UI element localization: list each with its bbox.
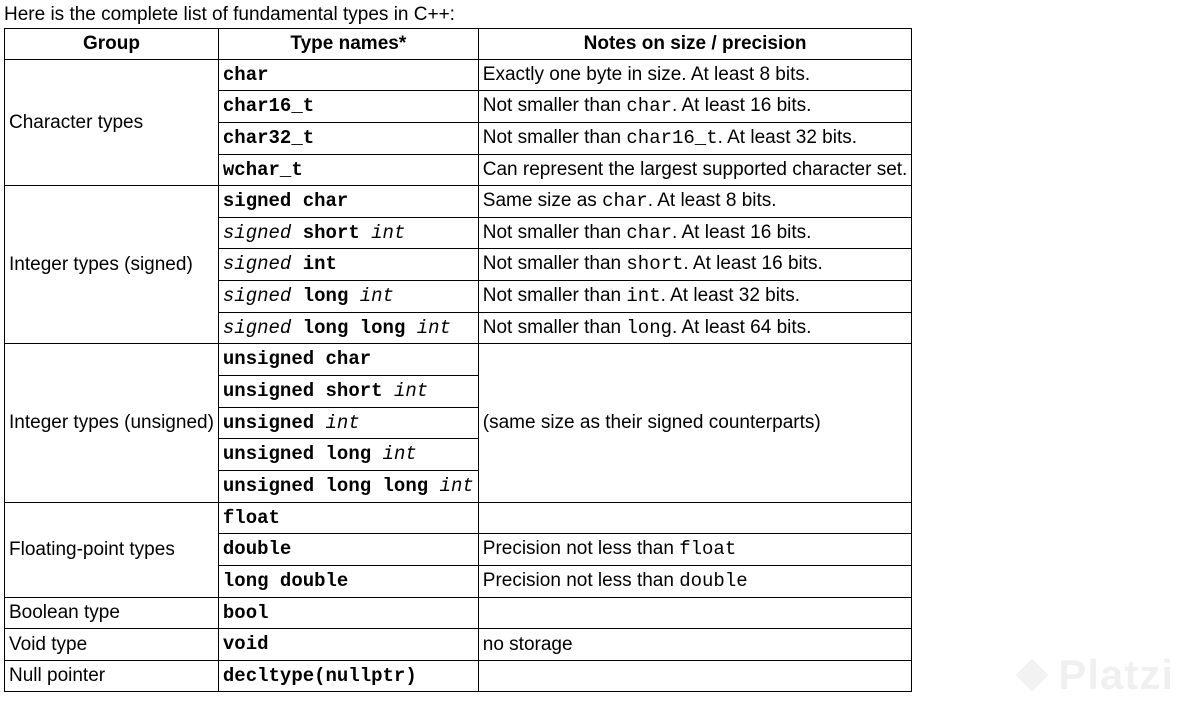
group-cell: Floating-point types: [5, 502, 219, 597]
table-row: Character typescharExactly one byte in s…: [5, 59, 912, 91]
notes-cell: Not smaller than short. At least 16 bits…: [478, 249, 912, 281]
type-name-cell: bool: [218, 597, 478, 629]
type-name-cell: unsigned int: [218, 407, 478, 439]
group-cell: Integer types (signed): [5, 186, 219, 344]
type-name-cell: signed char: [218, 186, 478, 218]
group-cell: Boolean type: [5, 597, 219, 629]
header-group: Group: [5, 29, 219, 60]
notes-cell: Precision not less than float: [478, 534, 912, 566]
type-name-cell: wchar_t: [218, 154, 478, 186]
notes-cell: Exactly one byte in size. At least 8 bit…: [478, 59, 912, 91]
type-name-cell: void: [218, 629, 478, 661]
notes-cell: (same size as their signed counterparts): [478, 344, 912, 502]
group-cell: Integer types (unsigned): [5, 344, 219, 502]
type-name-cell: float: [218, 502, 478, 534]
table-row: Integer types (unsigned)unsigned char(sa…: [5, 344, 912, 376]
table-row: Void typevoidno storage: [5, 629, 912, 661]
notes-cell: Same size as char. At least 8 bits.: [478, 186, 912, 218]
group-cell: Void type: [5, 629, 219, 661]
notes-cell: Not smaller than char. At least 16 bits.: [478, 91, 912, 123]
type-name-cell: double: [218, 534, 478, 566]
type-name-cell: char: [218, 59, 478, 91]
notes-cell: Not smaller than int. At least 32 bits.: [478, 281, 912, 313]
table-row: Null pointerdecltype(nullptr): [5, 660, 912, 692]
type-name-cell: signed short int: [218, 217, 478, 249]
type-name-cell: char32_t: [218, 122, 478, 154]
type-name-cell: unsigned long long int: [218, 470, 478, 502]
notes-cell: [478, 502, 912, 534]
notes-cell: Can represent the largest supported char…: [478, 154, 912, 186]
type-name-cell: decltype(nullptr): [218, 660, 478, 692]
table-row: Integer types (signed)signed charSame si…: [5, 186, 912, 218]
type-name-cell: unsigned char: [218, 344, 478, 376]
table-row: Boolean typebool: [5, 597, 912, 629]
notes-cell: Not smaller than long. At least 64 bits.: [478, 312, 912, 344]
type-name-cell: unsigned long int: [218, 439, 478, 471]
group-cell: Character types: [5, 59, 219, 186]
type-name-cell: unsigned short int: [218, 376, 478, 408]
notes-cell: [478, 660, 912, 692]
notes-cell: [478, 597, 912, 629]
platzi-logo-icon: [1012, 655, 1052, 695]
notes-cell: Not smaller than char. At least 16 bits.: [478, 217, 912, 249]
type-name-cell: signed long int: [218, 281, 478, 313]
types-table: Group Type names* Notes on size / precis…: [4, 28, 912, 692]
intro-text: Here is the complete list of fundamental…: [4, 4, 1180, 26]
header-notes: Notes on size / precision: [478, 29, 912, 60]
type-name-cell: signed int: [218, 249, 478, 281]
notes-cell: Precision not less than double: [478, 565, 912, 597]
group-cell: Null pointer: [5, 660, 219, 692]
notes-cell: Not smaller than char16_t. At least 32 b…: [478, 122, 912, 154]
table-row: Floating-point typesfloat: [5, 502, 912, 534]
type-name-cell: char16_t: [218, 91, 478, 123]
type-name-cell: signed long long int: [218, 312, 478, 344]
notes-cell: no storage: [478, 629, 912, 661]
header-typenames: Type names*: [218, 29, 478, 60]
watermark: Platzi: [1012, 651, 1174, 699]
type-name-cell: long double: [218, 565, 478, 597]
